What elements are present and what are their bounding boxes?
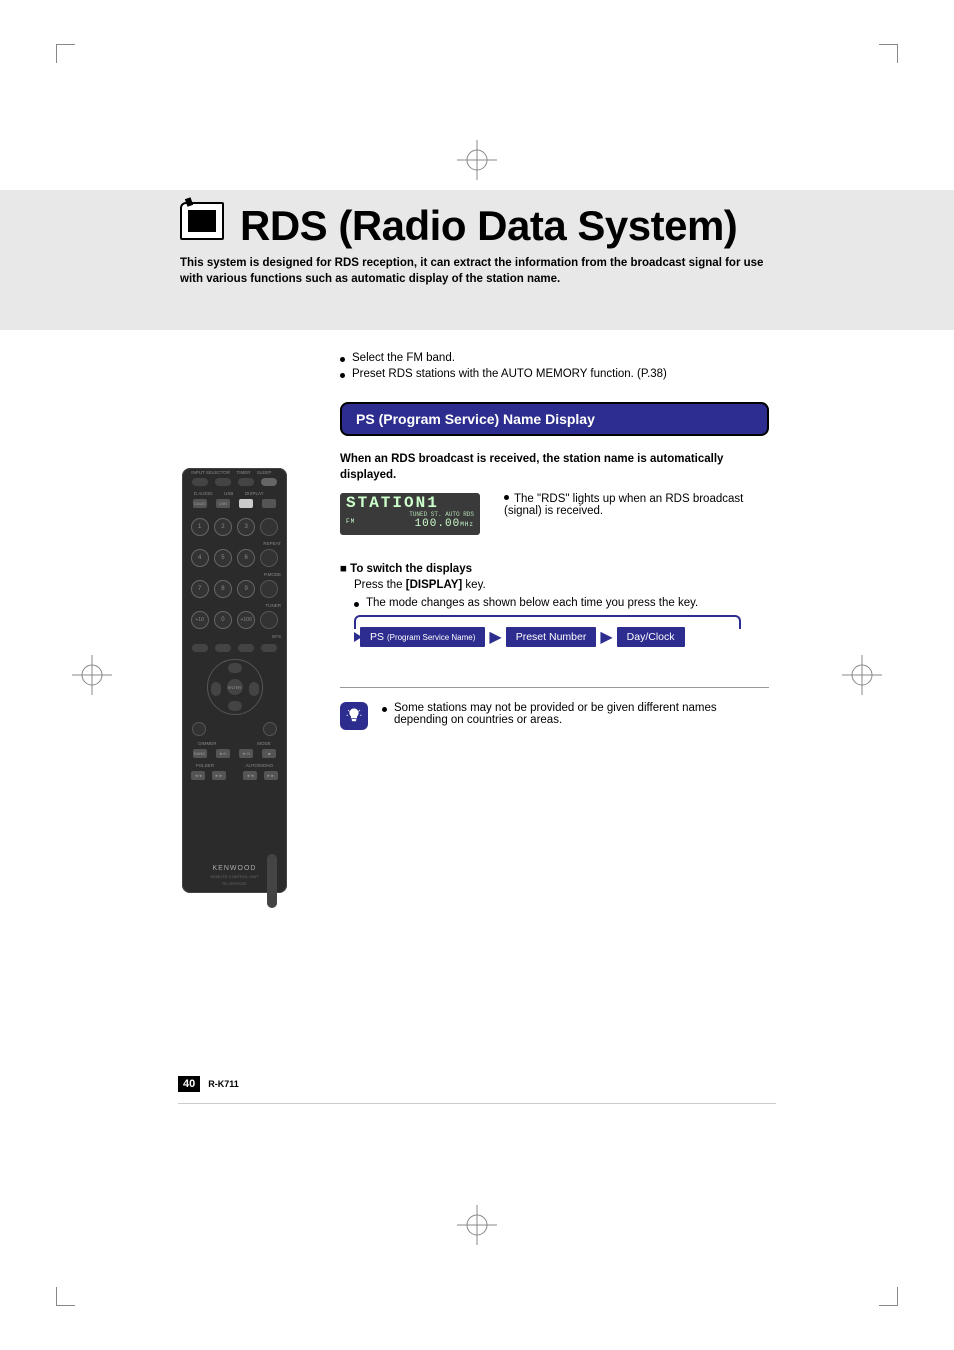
remote-icon [180, 202, 224, 240]
lcd-indicators: TUNED ST. AUTO RDS [346, 511, 474, 518]
power-icon [261, 478, 277, 486]
footer-model: R-K711 [208, 1079, 239, 1089]
subheading: When an RDS broadcast is received, the s… [340, 452, 769, 483]
registration-mark-top [457, 140, 497, 180]
flow-step-dayclock: Day/Clock [617, 627, 685, 647]
prep-bullet: Select the FM band. [340, 352, 769, 364]
flow-step-preset: Preset Number [506, 627, 597, 647]
header-band: RDS (Radio Data System) This system is d… [0, 190, 954, 330]
section-heading: PS (Program Service) Name Display [340, 402, 769, 436]
display-button-highlight [239, 499, 253, 508]
prep-bullet: Preset RDS stations with the AUTO MEMORY… [340, 368, 769, 380]
lcd-frequency: FM 100.00MHz [346, 518, 474, 530]
switch-displays-heading: To switch the displays [340, 563, 769, 575]
page-footer: 40 R-K711 [178, 1076, 239, 1092]
press-display-line: Press the [DISPLAY] key. [354, 579, 769, 591]
flow-step-ps: PS (Program Service Name) [360, 627, 485, 647]
tip-bulb-icon [340, 702, 368, 730]
arrow-right-icon: ▶ [485, 627, 505, 647]
mode-change-line: The mode changes as shown below each tim… [354, 597, 769, 609]
display-mode-flow: PS (Program Service Name) ▶ Preset Numbe… [354, 627, 769, 647]
rds-note: The "RDS" lights up when an RDS broadcas… [504, 493, 769, 517]
intro-text: This system is designed for RDS receptio… [180, 256, 784, 287]
remote-illustration: INPUT SELECTORTIMERSLEEP D.AUDIOUSBDISPL… [182, 468, 287, 893]
lcd-main-text: STATION1 [346, 495, 474, 511]
page-number: 40 [178, 1076, 200, 1092]
volume-slider-icon [267, 854, 277, 908]
lcd-display: STATION1 TUNED ST. AUTO RDS FM 100.00MHz [340, 493, 480, 535]
registration-mark-right [842, 655, 882, 695]
dpad: ENTER [207, 659, 263, 715]
prep-bullets: Select the FM band. Preset RDS stations … [340, 352, 769, 380]
page-title: RDS (Radio Data System) [240, 202, 784, 250]
arrow-right-icon: ▶ [596, 627, 616, 647]
registration-mark-left [72, 655, 112, 695]
tip-text: Some stations may not be provided or be … [382, 702, 769, 726]
registration-mark-bottom [457, 1205, 497, 1245]
footer-rule [178, 1103, 776, 1104]
